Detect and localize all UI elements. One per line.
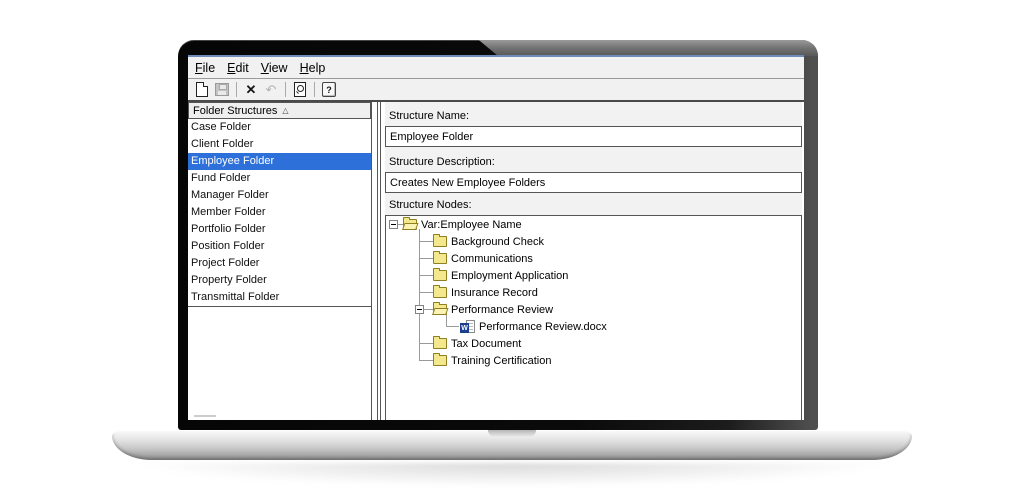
open-folder-icon xyxy=(433,302,447,315)
tree-node-folder[interactable]: Training Certification xyxy=(386,352,801,369)
list-item-position-folder[interactable]: Position Folder xyxy=(188,238,371,255)
tree-node-folder[interactable]: Background Check xyxy=(386,233,801,250)
structure-nodes-tree: Var:Employee Name Background Check Commu… xyxy=(385,215,802,420)
open-folder-icon xyxy=(403,217,417,230)
laptop-base-notch xyxy=(488,430,536,437)
tree-node-docx-file[interactable]: W Performance Review.docx xyxy=(386,318,801,335)
structure-name-input[interactable]: Employee Folder xyxy=(385,126,802,147)
word-document-icon: W xyxy=(460,320,475,333)
list-item-portfolio-folder[interactable]: Portfolio Folder xyxy=(188,221,371,238)
save-button[interactable] xyxy=(213,81,231,99)
folder-icon xyxy=(433,353,447,366)
tree-node-folder[interactable]: Communications xyxy=(386,250,801,267)
list-item-member-folder[interactable]: Member Folder xyxy=(188,204,371,221)
main-area: Folder Structures △ Case Folder Client F… xyxy=(188,102,804,420)
list-item-fund-folder[interactable]: Fund Folder xyxy=(188,170,371,187)
tree-node-folder[interactable]: Insurance Record xyxy=(386,284,801,301)
tree-connector xyxy=(419,292,433,293)
folder-icon xyxy=(433,251,447,264)
structure-detail-panel: Structure Name: Employee Folder Structur… xyxy=(385,102,804,420)
sort-ascending-icon: △ xyxy=(282,106,289,115)
print-preview-button[interactable] xyxy=(291,81,309,99)
structure-description-input[interactable]: Creates New Employee Folders xyxy=(385,172,802,193)
toolbar-separator xyxy=(236,82,237,97)
tree-connector xyxy=(446,326,459,327)
new-document-button[interactable] xyxy=(193,81,211,99)
folder-icon xyxy=(433,336,447,349)
tree-node-folder[interactable]: Tax Document xyxy=(386,335,801,352)
print-preview-icon xyxy=(294,82,306,97)
toolbar: ✕ ↶ ? xyxy=(188,79,804,102)
menu-file[interactable]: File xyxy=(195,61,215,75)
delete-icon: ✕ xyxy=(245,82,257,97)
menu-view[interactable]: View xyxy=(261,61,288,75)
tree-connector xyxy=(419,275,433,276)
help-button[interactable]: ? xyxy=(320,81,338,99)
collapse-toggle-icon[interactable] xyxy=(389,220,398,229)
bezel-reflection xyxy=(478,40,818,56)
list-item-transmittal-folder[interactable]: Transmittal Folder xyxy=(188,289,371,306)
list-item-employee-folder[interactable]: Employee Folder xyxy=(188,153,371,170)
folder-structures-header[interactable]: Folder Structures △ xyxy=(188,102,371,119)
laptop-screen-bezel: File Edit View Help ✕ ↶ ? Folder Structu… xyxy=(178,40,818,430)
structure-nodes-label: Structure Nodes: xyxy=(385,193,802,215)
screen: File Edit View Help ✕ ↶ ? Folder Structu… xyxy=(188,55,804,420)
toolbar-separator xyxy=(285,82,286,97)
list-end-divider xyxy=(188,306,371,307)
list-item-client-folder[interactable]: Client Folder xyxy=(188,136,371,153)
tree-node-performance-review[interactable]: Performance Review xyxy=(386,301,801,318)
laptop-reflection xyxy=(132,463,892,487)
toolbar-separator xyxy=(314,82,315,97)
tree-node-folder[interactable]: Employment Application xyxy=(386,267,801,284)
tree-node-root[interactable]: Var:Employee Name xyxy=(386,216,801,233)
folder-icon xyxy=(433,285,447,298)
folder-structures-header-label: Folder Structures xyxy=(193,104,278,117)
folder-structures-panel: Folder Structures △ Case Folder Client F… xyxy=(188,102,372,420)
folder-icon xyxy=(433,234,447,247)
tree-connector xyxy=(419,241,433,242)
app-window: File Edit View Help ✕ ↶ ? Folder Structu… xyxy=(188,57,804,420)
menu-bar: File Edit View Help xyxy=(188,57,804,79)
help-icon: ? xyxy=(322,82,336,97)
tree-connector xyxy=(419,258,433,259)
list-item-manager-folder[interactable]: Manager Folder xyxy=(188,187,371,204)
panel-splitter[interactable] xyxy=(372,102,385,420)
menu-help[interactable]: Help xyxy=(300,61,326,75)
scroll-grip xyxy=(194,415,216,417)
delete-button[interactable]: ✕ xyxy=(242,81,260,99)
structure-description-label: Structure Description: xyxy=(385,147,802,172)
menu-edit[interactable]: Edit xyxy=(227,61,249,75)
tree-connector xyxy=(419,360,433,361)
folder-icon xyxy=(433,268,447,281)
undo-icon: ↶ xyxy=(265,82,277,97)
collapse-toggle-icon[interactable] xyxy=(415,305,424,314)
list-item-project-folder[interactable]: Project Folder xyxy=(188,255,371,272)
save-icon xyxy=(215,83,229,96)
undo-button[interactable]: ↶ xyxy=(262,81,280,99)
tree-connector xyxy=(419,343,433,344)
list-item-case-folder[interactable]: Case Folder xyxy=(188,119,371,136)
tree-connector xyxy=(424,309,433,310)
structure-name-label: Structure Name: xyxy=(385,102,802,126)
new-document-icon xyxy=(196,82,208,97)
list-item-property-folder[interactable]: Property Folder xyxy=(188,272,371,289)
